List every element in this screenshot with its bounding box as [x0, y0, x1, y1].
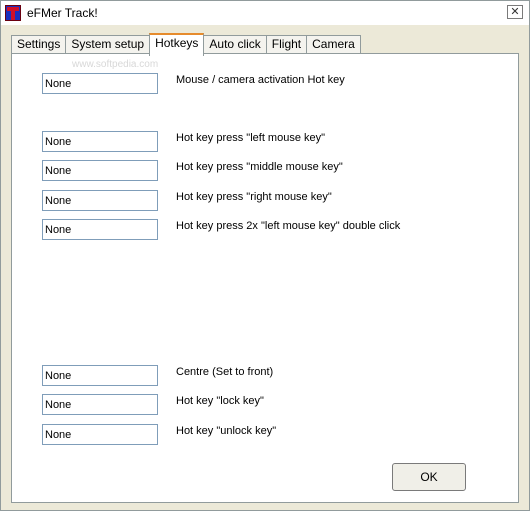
lock-hotkey-field[interactable]: [42, 394, 158, 415]
window-title: eFMer Track!: [27, 6, 98, 20]
lock-hotkey-label: Hot key "lock key": [176, 395, 264, 407]
unlock-hotkey-label: Hot key "unlock key": [176, 425, 277, 437]
title-bar: eFMer Track! ✕: [1, 1, 529, 25]
tab-flight[interactable]: Flight: [265, 35, 308, 54]
left-mouse-hotkey-field[interactable]: [42, 131, 158, 152]
close-button[interactable]: ✕: [507, 5, 523, 19]
tab-camera[interactable]: Camera: [306, 35, 361, 54]
left-mouse-hotkey-label: Hot key press "left mouse key": [176, 132, 326, 144]
centre-hotkey-field[interactable]: [42, 365, 158, 386]
middle-mouse-hotkey-field[interactable]: [42, 160, 158, 181]
double-click-hotkey-label: Hot key press 2x "left mouse key" double…: [176, 220, 401, 232]
activation-hotkey-label: Mouse / camera activation Hot key: [176, 74, 345, 86]
hotkeys-panel: www.softpedia.com Mouse / camera activat…: [11, 53, 519, 503]
middle-mouse-hotkey-label: Hot key press "middle mouse key": [176, 161, 343, 173]
tab-system-setup[interactable]: System setup: [65, 35, 151, 54]
tab-hotkeys[interactable]: Hotkeys: [149, 33, 205, 56]
activation-hotkey-field[interactable]: [42, 73, 158, 94]
watermark: www.softpedia.com: [72, 59, 159, 70]
right-mouse-hotkey-label: Hot key press "right mouse key": [176, 191, 332, 203]
tab-strip: Settings System setup Hotkeys Auto click…: [11, 33, 361, 56]
centre-hotkey-label: Centre (Set to front): [176, 366, 274, 378]
app-window: eFMer Track! ✕ Settings System setup Hot…: [0, 0, 530, 511]
double-click-hotkey-field[interactable]: [42, 219, 158, 240]
unlock-hotkey-field[interactable]: [42, 424, 158, 445]
app-icon: [5, 5, 21, 21]
tab-settings[interactable]: Settings: [11, 35, 67, 54]
tab-auto-click[interactable]: Auto click: [203, 35, 267, 54]
right-mouse-hotkey-field[interactable]: [42, 190, 158, 211]
ok-button[interactable]: OK: [392, 463, 466, 491]
